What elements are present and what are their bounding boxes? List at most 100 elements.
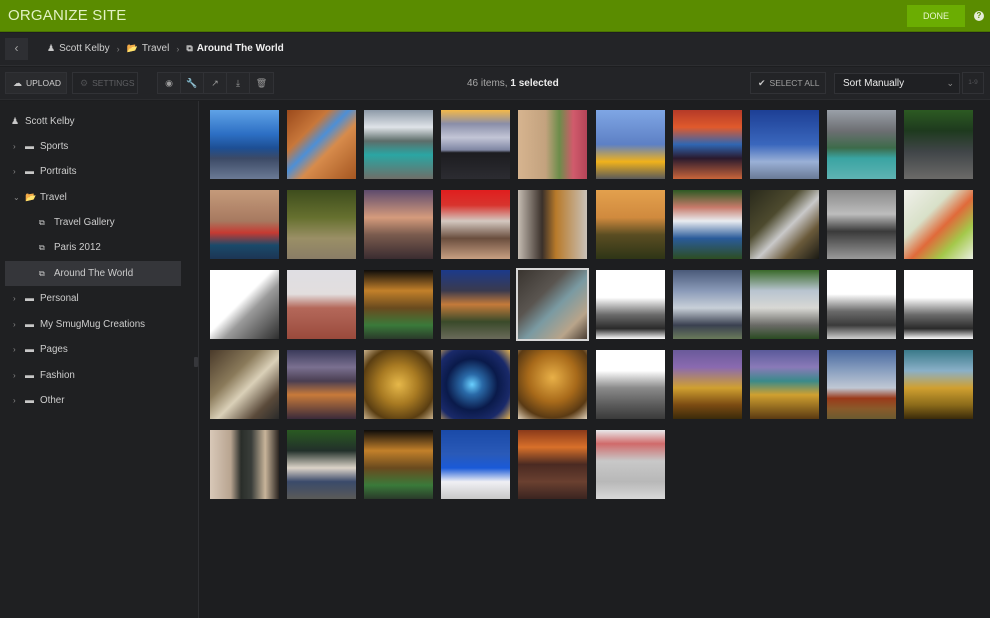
sidebar-tree: ♟ Scott Kelby › ▬ Sports › ▬ Portraits ⌄ 📂 Trav… <box>0 101 199 618</box>
tree-item-sports[interactable]: › ▬ Sports <box>5 134 181 159</box>
breadcrumb: ♟ Scott Kelby › 📂 Travel › ⧉ Around The Wor… <box>47 43 284 54</box>
wrench-icon[interactable]: 🔧 <box>181 73 204 93</box>
breadcrumb-item-user[interactable]: ♟ Scott Kelby <box>47 43 110 54</box>
photo-thumbnail-wine-bottle[interactable] <box>210 430 279 499</box>
trash-icon[interactable]: 🗑 <box>250 73 273 93</box>
photo-thumbnail-forbidden-city[interactable] <box>596 430 665 499</box>
chevron-right-icon[interactable]: › <box>13 337 16 362</box>
chevron-right-icon[interactable]: › <box>13 312 16 337</box>
photo-thumbnail-eiffel-under[interactable] <box>827 270 896 339</box>
folder-open-icon: 📂 <box>25 192 37 202</box>
folder-icon: ▬ <box>25 319 34 329</box>
chevron-right-icon[interactable]: › <box>13 363 16 388</box>
photo-thumbnail-mesa-arch[interactable] <box>518 430 587 499</box>
photo-thumbnail-golden-vineyard[interactable] <box>596 190 665 259</box>
done-button[interactable]: DONE <box>907 5 965 27</box>
back-button[interactable]: ‹ <box>5 38 28 60</box>
tree-item-travel[interactable]: ⌄ 📂 Travel <box>5 185 181 210</box>
tree-item-paris-2012[interactable]: ⧉ Paris 2012 <box>5 235 181 260</box>
tree-label: Other <box>40 395 65 406</box>
sidebar-resize-handle[interactable] <box>194 357 198 367</box>
photo-thumbnail-couple-umbrella[interactable] <box>441 190 510 259</box>
photo-thumbnail-kiosk-2[interactable] <box>287 430 356 499</box>
photo-thumbnail-eiffel-building[interactable] <box>750 270 819 339</box>
tree-item-travel-gallery[interactable]: ⧉ Travel Gallery <box>5 210 181 235</box>
gallery-icon: ⧉ <box>39 218 45 227</box>
tree-label: Portraits <box>40 166 77 177</box>
photo-thumbnail-portofino[interactable] <box>673 190 742 259</box>
tree-label: Fashion <box>40 370 75 381</box>
photo-thumbnail-sainte-chapelle-1[interactable] <box>673 350 742 419</box>
photo-thumbnail-gold-ceiling[interactable] <box>364 350 433 419</box>
folder-icon: ▬ <box>25 344 34 354</box>
photo-thumbnail-taj-mahal-tiles[interactable] <box>287 270 356 339</box>
settings-label: SETTINGS <box>92 78 135 88</box>
photo-thumbnail-eiffel-bw-paris[interactable] <box>596 270 665 339</box>
photo-thumbnail-monument-valley[interactable] <box>827 350 896 419</box>
tree-root-scott-kelby[interactable]: ♟ Scott Kelby <box>5 109 181 134</box>
photo-thumbnail-lake-louise[interactable] <box>827 110 896 179</box>
eye-icon[interactable]: ◉ <box>158 73 181 93</box>
folder-icon: ▬ <box>25 395 34 405</box>
tree-item-my-smugmug-creations[interactable]: › ▬ My SmugMug Creations <box>5 312 181 337</box>
photo-thumbnail-blue-lake-rocks[interactable] <box>210 110 279 179</box>
chevron-right-icon[interactable]: › <box>13 286 16 311</box>
range-button[interactable]: 1-9 <box>962 72 984 94</box>
photo-thumbnail-venice-canal[interactable] <box>210 190 279 259</box>
photo-thumbnail-bw-old-car[interactable] <box>827 190 896 259</box>
chevron-right-icon[interactable]: › <box>13 134 16 159</box>
photo-thumbnail-church-interior[interactable] <box>516 268 589 341</box>
tree-item-fashion[interactable]: › ▬ Fashion <box>5 363 181 388</box>
photo-thumbnail-tree-avenue[interactable] <box>287 190 356 259</box>
photo-thumbnail-night-street-2[interactable] <box>364 430 433 499</box>
chevron-right-icon[interactable]: › <box>13 159 16 184</box>
tree-label: Personal <box>40 293 79 304</box>
photo-thumbnail-grand-staircase[interactable] <box>210 350 279 419</box>
photo-thumbnail-paris-dusk[interactable] <box>287 350 356 419</box>
photo-thumbnail-mountain-lake[interactable] <box>364 110 433 179</box>
tree-item-other[interactable]: › ▬ Other <box>5 388 181 413</box>
photo-thumbnail-cellist[interactable] <box>518 190 587 259</box>
gallery-icon: ⧉ <box>186 43 193 53</box>
photo-thumbnail-eiffel-bw[interactable] <box>904 270 973 339</box>
tree-item-pages[interactable]: › ▬ Pages <box>5 337 181 362</box>
photo-thumbnail-night-street[interactable] <box>364 270 433 339</box>
chevron-right-icon[interactable]: › <box>13 388 16 413</box>
photo-thumbnail-arc-de-triomphe[interactable] <box>596 350 665 419</box>
photo-thumbnail-sainte-chapelle-3[interactable] <box>904 350 973 419</box>
tree-label: My SmugMug Creations <box>40 319 146 330</box>
photo-thumbnail-road-clouds[interactable] <box>441 110 510 179</box>
folder-icon: ▬ <box>25 293 34 303</box>
settings-button[interactable]: ⚙ SETTINGS <box>72 72 138 94</box>
photo-thumbnail-gold-dining[interactable] <box>518 350 587 419</box>
gallery-icon: ⧉ <box>39 269 45 278</box>
photo-thumbnail-kiosk[interactable] <box>904 110 973 179</box>
photo-thumbnail-taj-woman[interactable] <box>518 110 587 179</box>
select-all-button[interactable]: ✔ SELECT ALL <box>750 72 826 94</box>
help-icon[interactable]: ? <box>974 11 984 21</box>
photo-thumbnail-snowy-waterfall[interactable] <box>673 270 742 339</box>
photo-thumbnail-blue-house-car[interactable] <box>596 110 665 179</box>
upload-button[interactable]: ☁ UPLOAD <box>5 72 67 94</box>
photo-thumbnail-waterfall-log[interactable] <box>750 190 819 259</box>
photo-thumbnail-sainte-chapelle-2[interactable] <box>750 350 819 419</box>
photo-thumbnail-food-salad[interactable] <box>904 190 973 259</box>
sort-select[interactable]: Sort Manually ⌄ <box>834 73 960 94</box>
upload-label: UPLOAD <box>26 78 61 88</box>
tree-item-personal[interactable]: › ▬ Personal <box>5 286 181 311</box>
tree-item-around-the-world[interactable]: ⧉ Around The World <box>5 261 181 286</box>
share-icon[interactable]: ↗ <box>204 73 227 93</box>
photo-thumbnail-bridge-lamps[interactable] <box>364 190 433 259</box>
photo-thumbnail-santorini[interactable] <box>441 430 510 499</box>
tree-item-portraits[interactable]: › ▬ Portraits <box>5 159 181 184</box>
breadcrumb-item-travel[interactable]: 📂 Travel <box>127 43 170 54</box>
download-icon[interactable]: ⤓ <box>227 73 250 93</box>
photo-thumbnail-spiral-stair[interactable] <box>441 350 510 419</box>
photo-thumbnail-sunset-lake[interactable] <box>673 110 742 179</box>
chevron-down-icon[interactable]: ⌄ <box>13 185 20 210</box>
photo-thumbnail-montmartre-night[interactable] <box>441 270 510 339</box>
photo-thumbnail-notre-dame-bw[interactable] <box>210 270 279 339</box>
gear-icon: ⚙ <box>80 78 89 88</box>
photo-thumbnail-burj-al-arab[interactable] <box>750 110 819 179</box>
photo-thumbnail-red-rock-wave[interactable] <box>287 110 356 179</box>
